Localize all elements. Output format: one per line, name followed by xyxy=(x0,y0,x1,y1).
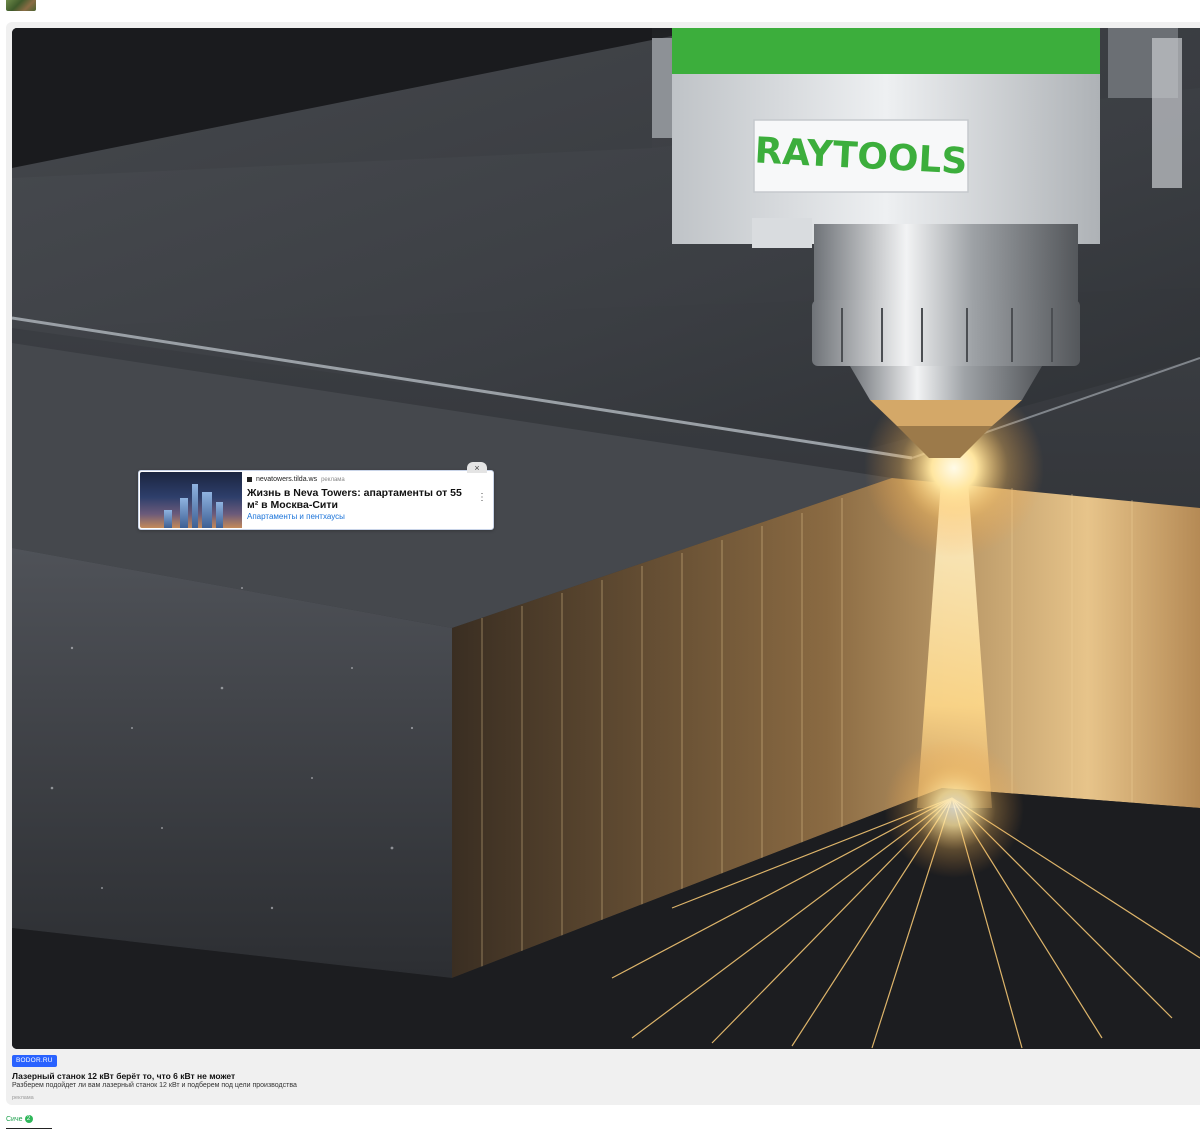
site-favicon-icon xyxy=(247,477,252,482)
footer-divider xyxy=(6,1128,52,1129)
close-ad-button[interactable]: × xyxy=(467,462,487,473)
ad-subtitle-link[interactable]: Апартаменты и пентхаусы xyxy=(247,512,345,521)
native-ad-popup[interactable]: nevatowers.tilda.ws реклама Жизнь в Neva… xyxy=(138,462,494,530)
promo-ad-label: реклама xyxy=(12,1095,34,1101)
footer-link-text[interactable]: Сиче xyxy=(6,1116,23,1123)
footer-count-badge: 2 xyxy=(24,1115,33,1123)
ad-thumbnail-image[interactable] xyxy=(140,472,242,528)
ad-label: реклама xyxy=(321,476,345,483)
ad-title-link[interactable]: Жизнь в Neva Towers: апартаменты от 55 м… xyxy=(247,487,472,511)
more-options-icon[interactable]: ⋮ xyxy=(477,493,487,503)
advertiser-badge[interactable]: BODOR.RU xyxy=(12,1055,57,1067)
promo-hero-image[interactable]: RAYTOOLS xyxy=(12,28,1200,1049)
promo-description: Разберем подойдет ли вам лазерный станок… xyxy=(12,1082,297,1089)
top-thumbnail[interactable] xyxy=(6,0,36,11)
footer-link[interactable]: Сиче 2 xyxy=(6,1115,33,1123)
promo-title[interactable]: Лазерный станок 12 кВт берёт то, что 6 к… xyxy=(12,1071,235,1081)
ad-source: nevatowers.tilda.ws реклама xyxy=(247,476,345,483)
ad-domain: nevatowers.tilda.ws xyxy=(256,476,318,483)
